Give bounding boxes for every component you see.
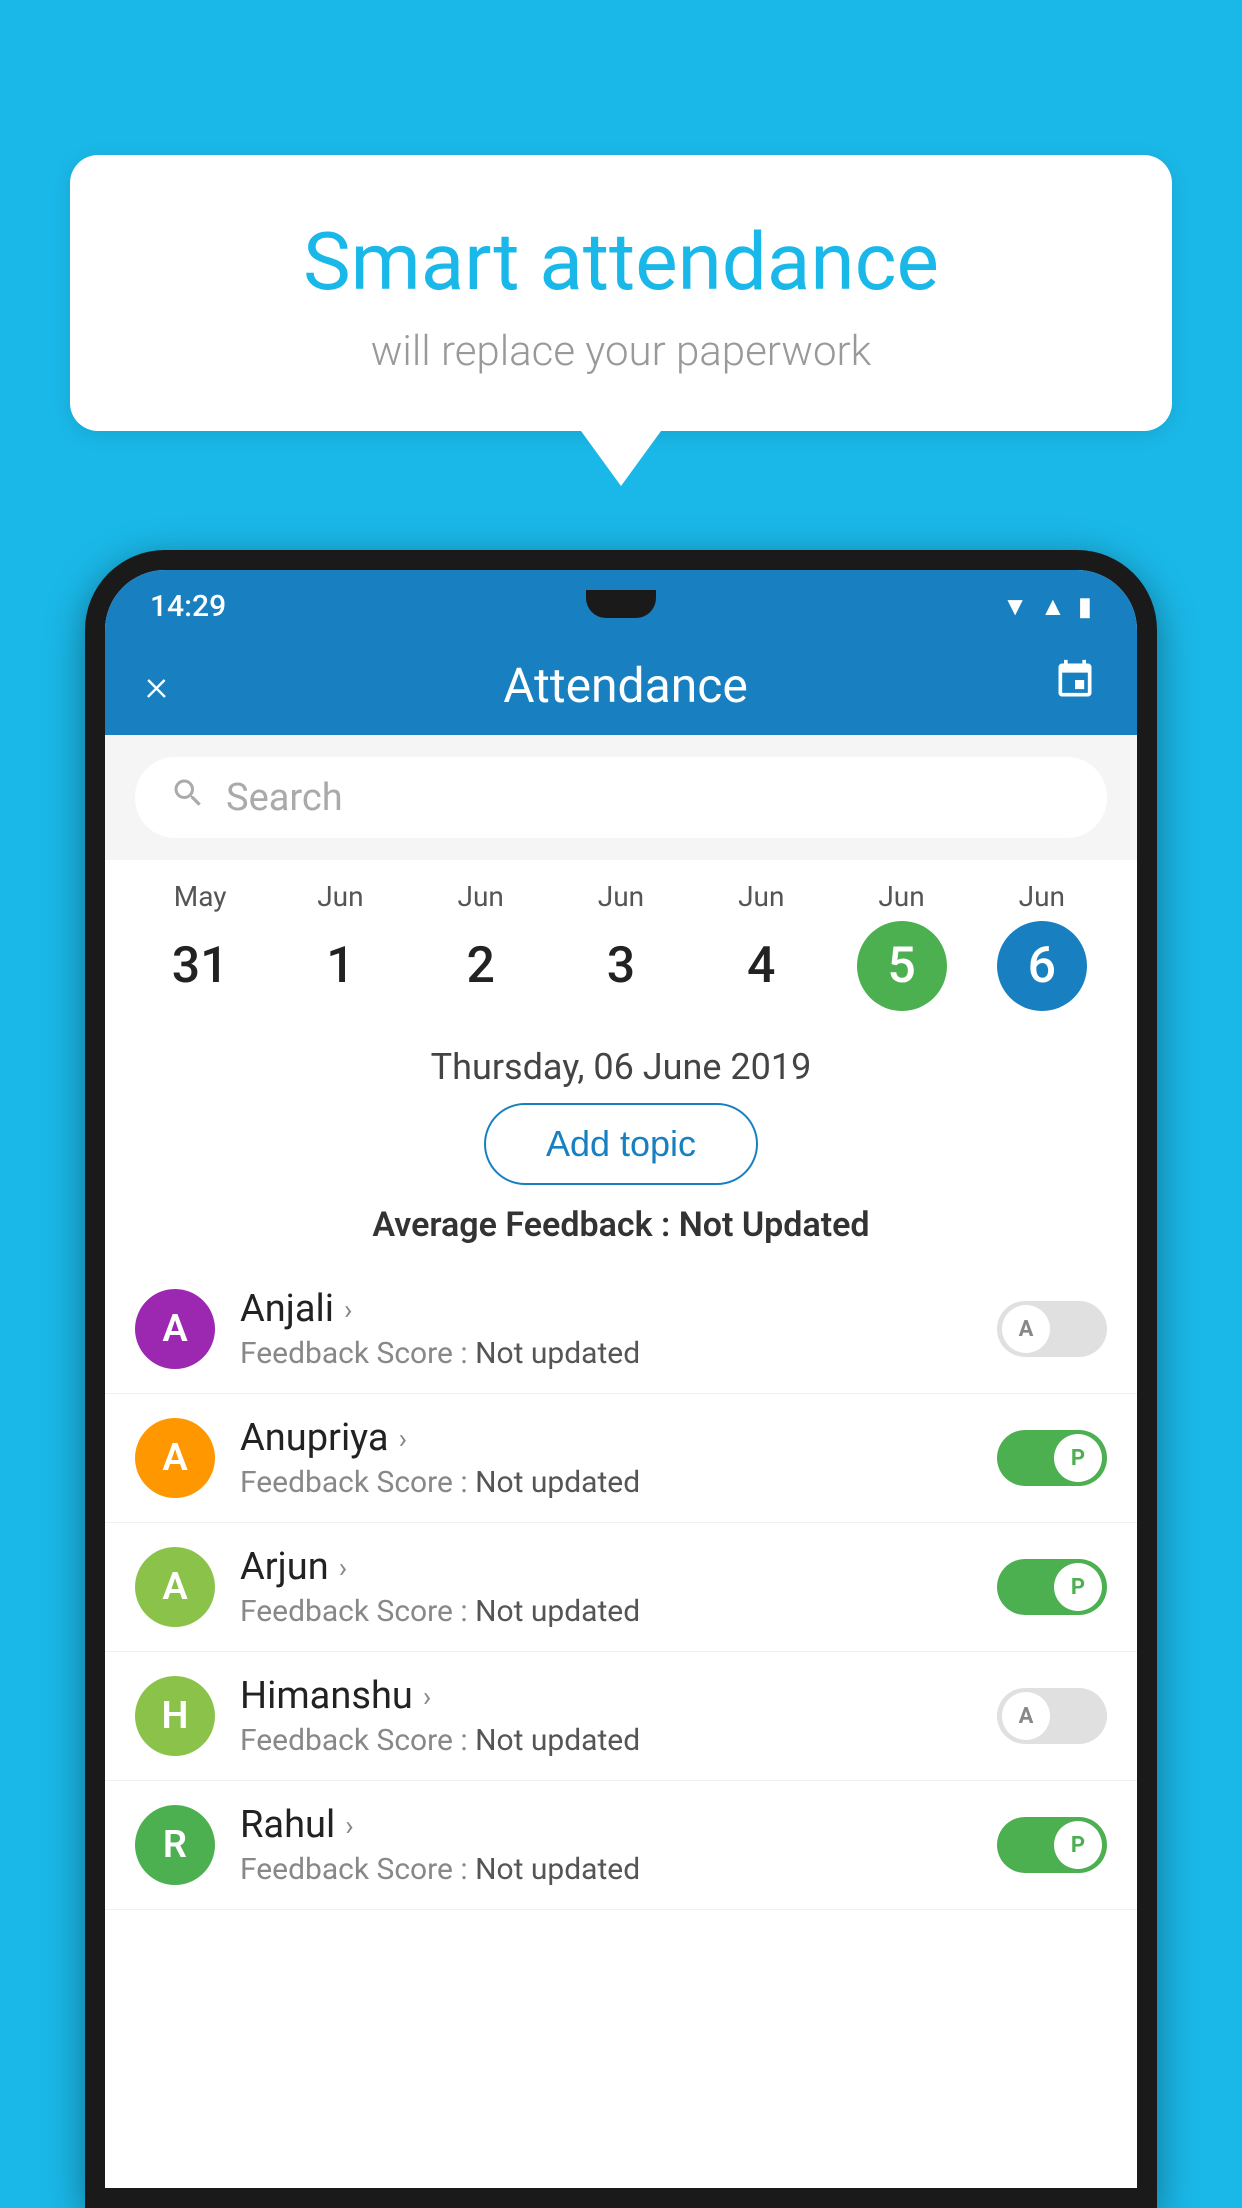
speech-bubble-container: Smart attendance will replace your paper… <box>70 155 1172 486</box>
signal-icon: ▲ <box>1040 591 1066 622</box>
attendance-toggle[interactable]: P <box>997 1559 1107 1615</box>
speech-bubble-title: Smart attendance <box>150 215 1092 309</box>
notch <box>586 590 656 618</box>
attendance-toggle[interactable]: P <box>997 1817 1107 1873</box>
avatar: A <box>135 1418 215 1498</box>
cal-month-label: Jun <box>458 880 504 913</box>
battery-icon: ▮ <box>1078 592 1092 622</box>
speech-bubble: Smart attendance will replace your paper… <box>70 155 1172 431</box>
student-info: Anjali › Feedback Score : Not updated <box>240 1287 997 1371</box>
add-topic-button[interactable]: Add topic <box>484 1103 758 1185</box>
cal-date-number: 5 <box>857 921 947 1011</box>
attendance-toggle[interactable]: A <box>997 1301 1107 1357</box>
search-bar-wrapper: Search <box>105 735 1137 860</box>
cal-month-label: Jun <box>317 880 363 913</box>
search-icon <box>170 775 206 820</box>
student-name: Arjun › <box>240 1545 997 1589</box>
cal-date-number: 31 <box>155 921 245 1011</box>
cal-date-number: 3 <box>576 921 666 1011</box>
main-content: Thursday, 06 June 2019 Add topic Average… <box>105 1021 1137 2188</box>
toggle-knob: P <box>1054 1563 1102 1611</box>
toggle-knob: A <box>1002 1305 1050 1353</box>
speech-bubble-subtitle: will replace your paperwork <box>150 327 1092 376</box>
student-feedback: Feedback Score : Not updated <box>240 1594 997 1629</box>
toggle-knob: P <box>1054 1821 1102 1869</box>
student-name: Anupriya › <box>240 1416 997 1460</box>
student-feedback: Feedback Score : Not updated <box>240 1336 997 1371</box>
attendance-toggle[interactable]: P <box>997 1430 1107 1486</box>
student-name: Rahul › <box>240 1803 997 1847</box>
student-feedback: Feedback Score : Not updated <box>240 1465 997 1500</box>
status-icons: ▼ ▲ ▮ <box>1002 591 1092 622</box>
toggle-knob: A <box>1002 1692 1050 1740</box>
attendance-toggle[interactable]: A <box>997 1688 1107 1744</box>
search-input-placeholder[interactable]: Search <box>226 776 343 820</box>
cal-day-4[interactable]: Jun 4 <box>691 880 831 1011</box>
cal-month-label: May <box>174 880 227 913</box>
cal-day-3[interactable]: Jun 3 <box>551 880 691 1011</box>
student-item[interactable]: A Anupriya › Feedback Score : Not updated P <box>105 1394 1137 1523</box>
cal-date-number: 2 <box>436 921 526 1011</box>
student-item[interactable]: AAnjali ›Feedback Score : Not updatedA <box>105 1265 1137 1394</box>
student-name: Anjali › <box>240 1287 997 1331</box>
student-item[interactable]: R Rahul › Feedback Score : Not updated P <box>105 1781 1137 1910</box>
avatar: H <box>135 1676 215 1756</box>
chevron-right-icon: › <box>339 1551 347 1584</box>
selected-date: Thursday, 06 June 2019 <box>105 1021 1137 1103</box>
phone-frame: 14:29 ▼ ▲ ▮ × Attendance <box>85 550 1157 2208</box>
chevron-right-icon: › <box>399 1422 407 1455</box>
cal-month-label: Jun <box>598 880 644 913</box>
avatar: R <box>135 1805 215 1885</box>
student-item[interactable]: A Arjun › Feedback Score : Not updated P <box>105 1523 1137 1652</box>
cal-date-number: 6 <box>997 921 1087 1011</box>
phone-screen: 14:29 ▼ ▲ ▮ × Attendance <box>105 570 1137 2188</box>
search-bar[interactable]: Search <box>135 757 1107 838</box>
avg-feedback: Average Feedback : Not Updated <box>105 1205 1137 1245</box>
speech-bubble-tail <box>581 431 661 486</box>
cal-day-5[interactable]: Jun 5 <box>831 880 971 1011</box>
avatar: A <box>135 1289 215 1369</box>
cal-day-6[interactable]: Jun 6 <box>972 880 1112 1011</box>
cal-month-label: Jun <box>878 880 924 913</box>
student-info: Arjun › Feedback Score : Not updated <box>240 1545 997 1629</box>
avg-feedback-label: Average Feedback : <box>372 1205 670 1245</box>
chevron-right-icon: › <box>423 1680 431 1713</box>
student-info: Rahul › Feedback Score : Not updated <box>240 1803 997 1887</box>
chevron-right-icon: › <box>344 1293 352 1326</box>
student-feedback: Feedback Score : Not updated <box>240 1852 997 1887</box>
student-info: Anupriya › Feedback Score : Not updated <box>240 1416 997 1500</box>
calendar-icon[interactable] <box>1053 658 1097 712</box>
student-info: Himanshu › Feedback Score : Not updated <box>240 1674 997 1758</box>
cal-day-0[interactable]: May 31 <box>130 880 270 1011</box>
cal-date-number: 1 <box>295 921 385 1011</box>
student-feedback: Feedback Score : Not updated <box>240 1723 997 1758</box>
cal-day-2[interactable]: Jun 2 <box>411 880 551 1011</box>
cal-day-1[interactable]: Jun 1 <box>270 880 410 1011</box>
close-button[interactable]: × <box>145 659 168 711</box>
avg-feedback-value: Not Updated <box>679 1205 870 1245</box>
avatar: A <box>135 1547 215 1627</box>
app-bar: × Attendance <box>105 635 1137 735</box>
student-item[interactable]: H Himanshu › Feedback Score : Not updatedA <box>105 1652 1137 1781</box>
app-bar-title: Attendance <box>198 657 1053 714</box>
toggle-knob: P <box>1054 1434 1102 1482</box>
status-bar: 14:29 ▼ ▲ ▮ <box>105 570 1137 635</box>
status-time: 14:29 <box>150 589 226 624</box>
student-list: AAnjali ›Feedback Score : Not updatedAAA… <box>105 1265 1137 1910</box>
cal-date-number: 4 <box>716 921 806 1011</box>
student-name: Himanshu › <box>240 1674 997 1718</box>
cal-month-label: Jun <box>738 880 784 913</box>
wifi-icon: ▼ <box>1002 591 1028 622</box>
calendar-strip: May 31 Jun 1 Jun 2 Jun 3 Jun 4 Jun 5 Jun 6 <box>105 860 1137 1021</box>
chevron-right-icon: › <box>345 1809 353 1842</box>
cal-month-label: Jun <box>1019 880 1065 913</box>
